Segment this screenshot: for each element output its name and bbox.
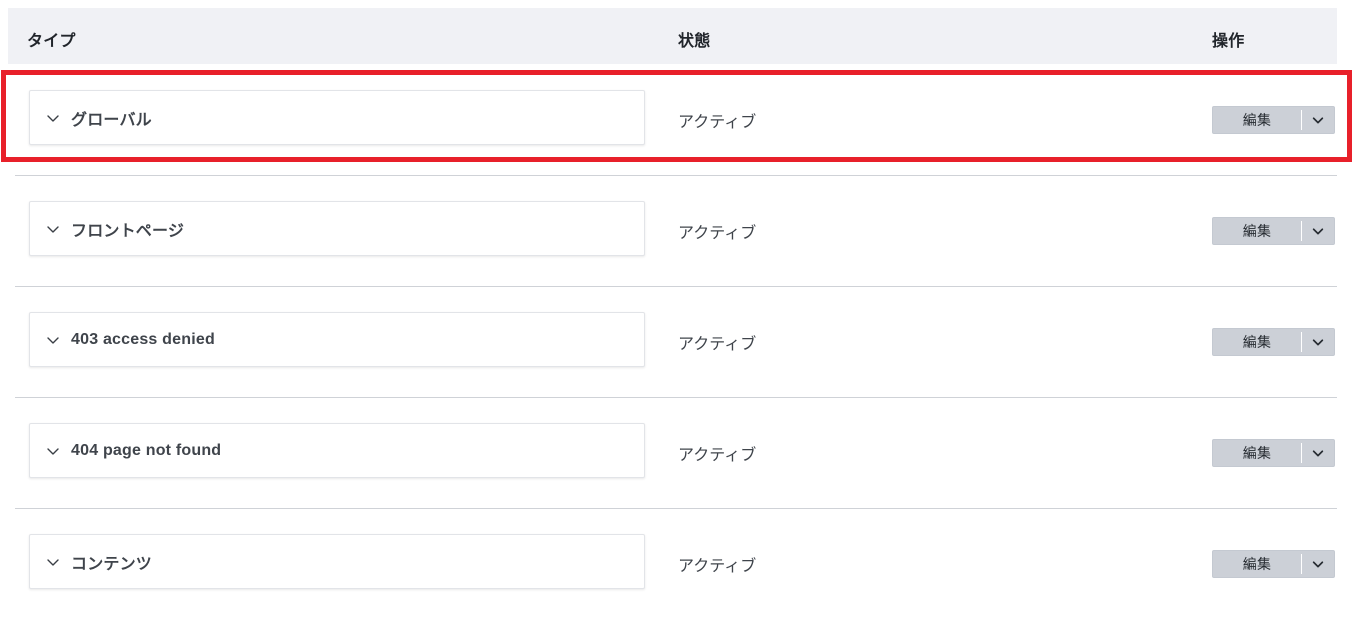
status-text: アクティブ [678,113,757,131]
table-row: コンテンツ アクティブ 編集 [0,508,1359,619]
type-label: コンテンツ [71,555,153,573]
type-expand-card[interactable]: フロントページ [29,201,645,256]
chevron-down-icon[interactable] [45,332,61,348]
row-separator [15,175,1337,176]
table-row: 403 access denied アクティブ 編集 [0,286,1359,397]
chevron-down-icon[interactable] [45,221,61,237]
chevron-down-icon[interactable] [1302,218,1334,244]
edit-split-button[interactable]: 編集 [1212,216,1335,245]
type-label: フロントページ [71,222,185,240]
status-text: アクティブ [678,224,757,242]
edit-button[interactable]: 編集 [1213,107,1301,133]
table-row: フロントページ アクティブ 編集 [0,175,1359,286]
action-cell: 編集 [1212,175,1335,286]
row-separator [15,508,1337,509]
table-body: グローバル アクティブ 編集 フロントページ アクティブ 編集 403 acce… [0,64,1359,619]
type-expand-card[interactable]: 403 access denied [29,312,645,367]
type-expand-card[interactable]: 404 page not found [29,423,645,478]
chevron-down-icon[interactable] [1302,440,1334,466]
row-separator [15,286,1337,287]
column-header-action: 操作 [1212,33,1245,50]
type-label: 403 access denied [71,330,215,348]
chevron-down-icon[interactable] [45,110,61,126]
chevron-down-icon[interactable] [1302,329,1334,355]
settings-type-table-page: タイプ 状態 操作 グローバル アクティブ 編集 フロントページ アクティブ 編… [0,0,1359,607]
chevron-down-icon[interactable] [45,443,61,459]
table-row: グローバル アクティブ 編集 [0,64,1359,175]
edit-split-button[interactable]: 編集 [1212,438,1335,467]
type-label: グローバル [71,111,152,129]
edit-split-button[interactable]: 編集 [1212,327,1335,356]
status-text: アクティブ [678,335,757,353]
action-cell: 編集 [1212,508,1335,619]
column-header-status: 状態 [678,33,711,50]
column-header-type: タイプ [27,33,76,50]
edit-button[interactable]: 編集 [1213,329,1301,355]
action-cell: 編集 [1212,286,1335,397]
edit-button[interactable]: 編集 [1213,551,1301,577]
chevron-down-icon[interactable] [1302,551,1334,577]
row-separator [15,397,1337,398]
edit-button[interactable]: 編集 [1213,218,1301,244]
table-row: 404 page not found アクティブ 編集 [0,397,1359,508]
type-label: 404 page not found [71,441,222,459]
status-text: アクティブ [678,557,757,575]
edit-split-button[interactable]: 編集 [1212,549,1335,578]
chevron-down-icon[interactable] [45,554,61,570]
status-text: アクティブ [678,446,757,464]
action-cell: 編集 [1212,397,1335,508]
type-expand-card[interactable]: グローバル [29,90,645,145]
type-expand-card[interactable]: コンテンツ [29,534,645,589]
edit-button[interactable]: 編集 [1213,440,1301,466]
action-cell: 編集 [1212,64,1335,175]
table-header-row: タイプ 状態 操作 [8,8,1337,64]
edit-split-button[interactable]: 編集 [1212,105,1335,134]
chevron-down-icon[interactable] [1302,107,1334,133]
